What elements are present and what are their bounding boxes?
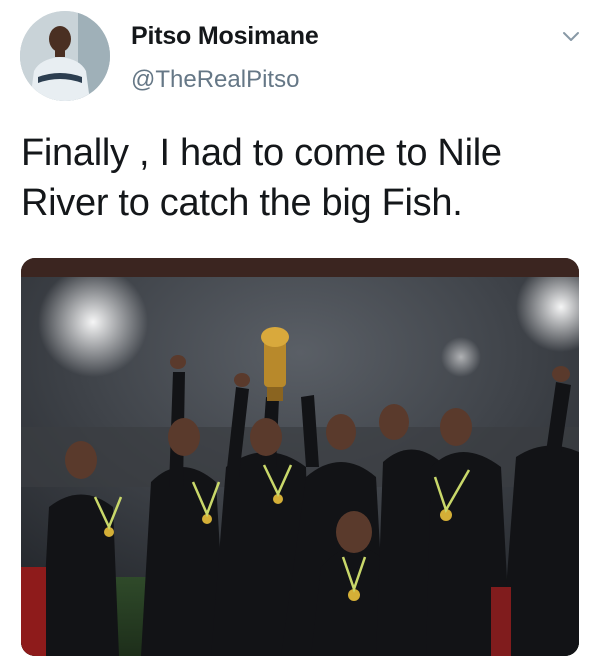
tweet-text: Finally , I had to come to Nile River to… <box>21 128 581 228</box>
author-name[interactable]: Pitso Mosimane <box>131 22 319 51</box>
avatar-photo <box>20 11 110 101</box>
celebration-photo <box>21 277 579 656</box>
author-handle[interactable]: @TheRealPitso <box>131 66 299 94</box>
tweet-card[interactable]: Pitso Mosimane @TheRealPitso Finally , I… <box>0 0 600 659</box>
chevron-down-icon[interactable] <box>561 26 581 46</box>
tweet-text-line-2: River to catch the big Fish. <box>21 182 463 224</box>
tweet-text-line-1: Finally , I had to come to Nile <box>21 132 502 174</box>
tweet-photo[interactable] <box>21 258 579 656</box>
photo-top-border <box>21 258 579 277</box>
author-avatar[interactable] <box>20 11 110 101</box>
